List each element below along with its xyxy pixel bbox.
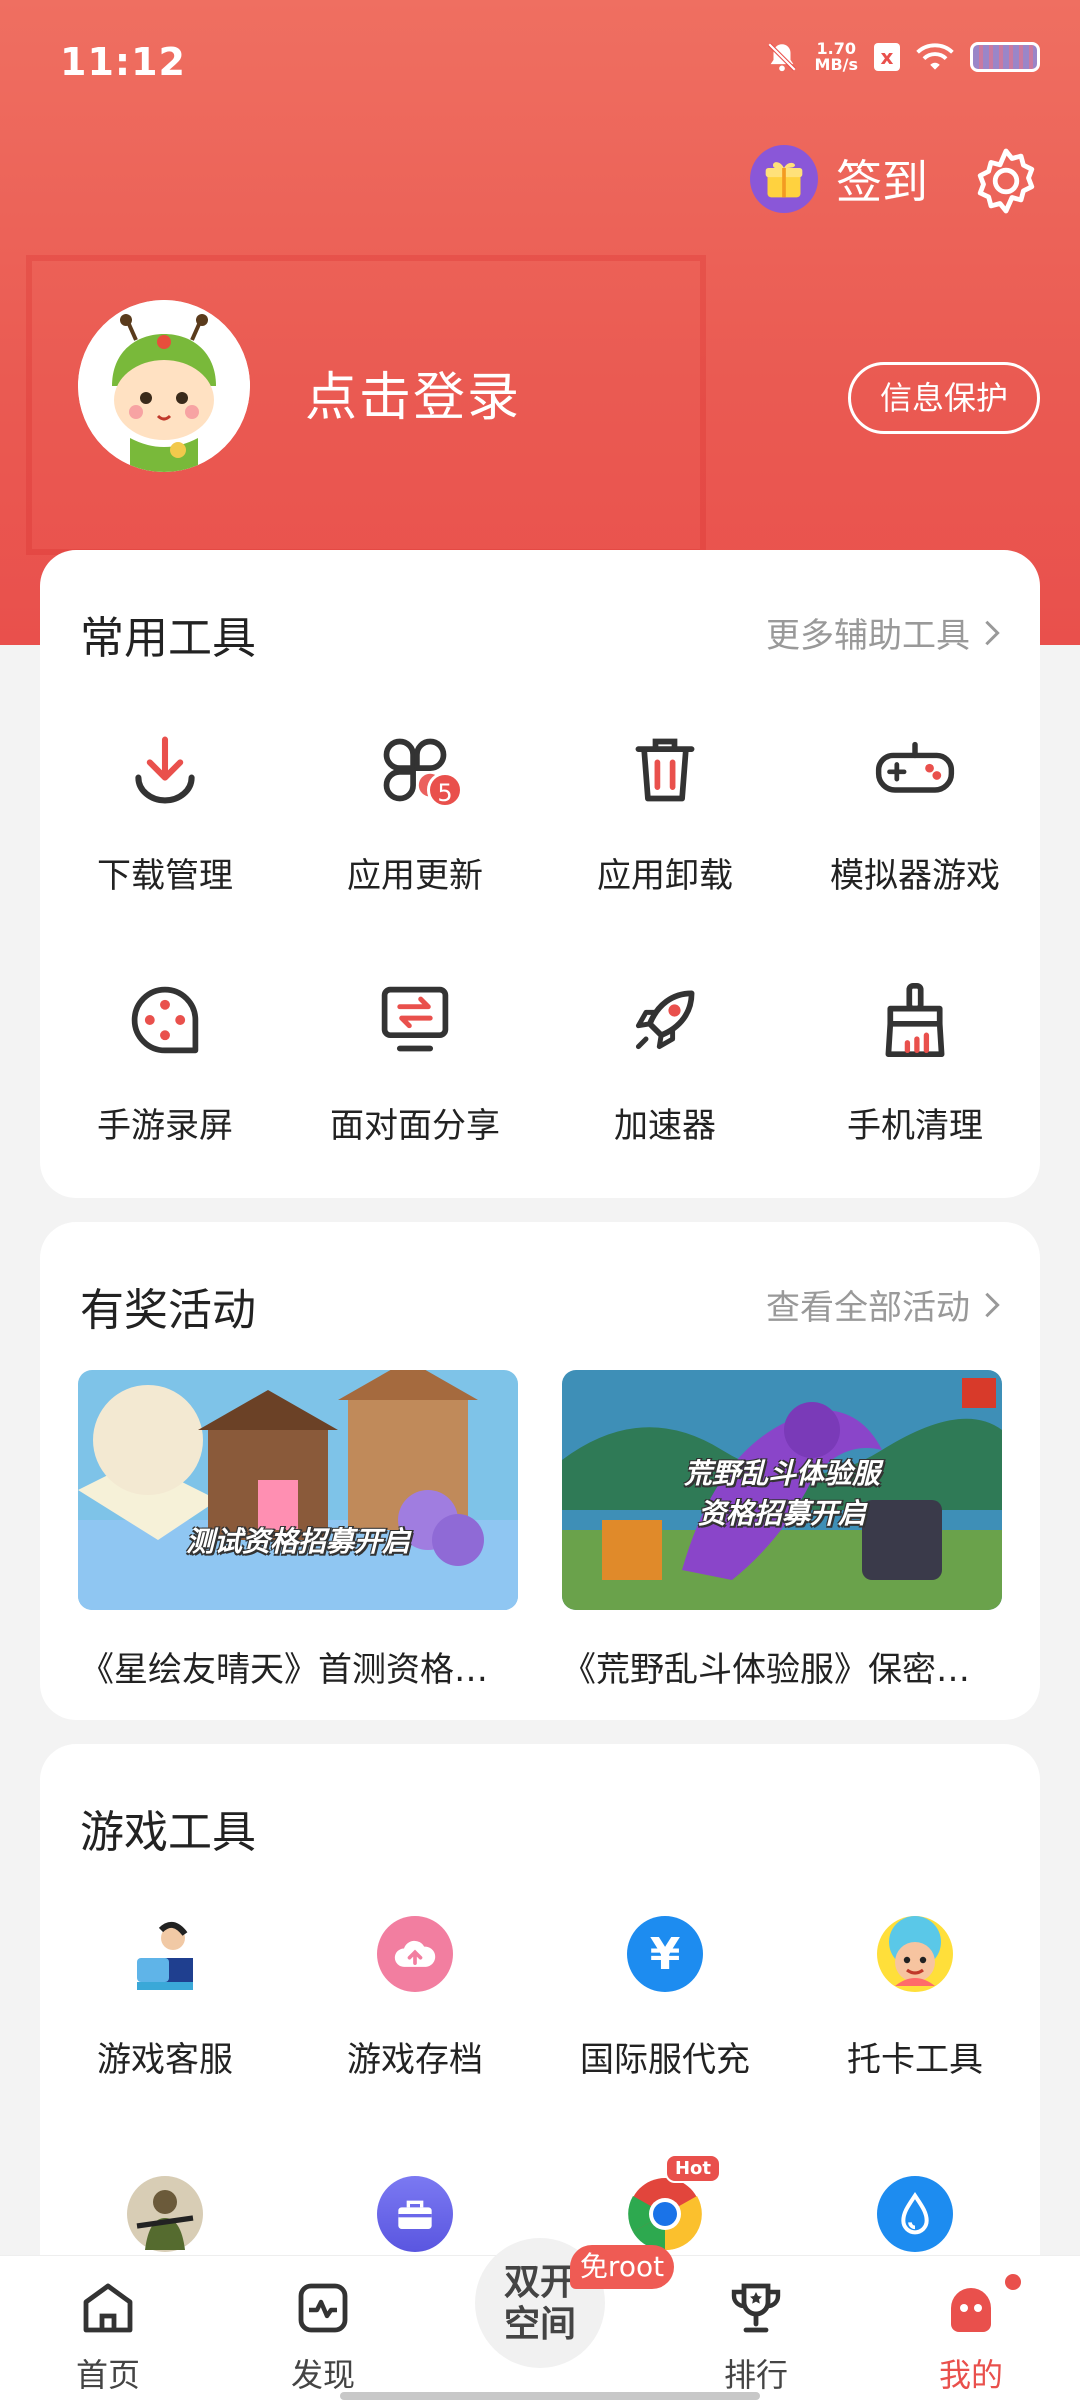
water-drop-icon: [877, 2176, 953, 2252]
privacy-protect-button[interactable]: 信息保护: [848, 362, 1040, 434]
game-tool-intl-recharge[interactable]: ¥ 国际服代充: [540, 1904, 790, 2081]
yuan-icon: ¥: [627, 1916, 703, 1992]
share-screen-icon: [381, 986, 449, 1052]
gift-icon: [750, 145, 818, 213]
tab-ranking[interactable]: 排行: [686, 2276, 826, 2396]
net-speed: 1.70 MB/s: [814, 39, 858, 74]
sim-icon: x: [874, 43, 900, 71]
settings-gear-icon[interactable]: [970, 145, 1042, 217]
activity-banner-2-caption-line2: 资格招募开启: [697, 1497, 866, 1530]
discover-icon: [298, 2283, 348, 2333]
game-tool-save-archive[interactable]: 游戏存档: [290, 1904, 540, 2081]
home-icon: [83, 2283, 133, 2333]
mascot-avatar-icon: [78, 300, 250, 472]
avatar[interactable]: [78, 300, 250, 472]
tab-mine[interactable]: 我的: [901, 2274, 1041, 2396]
trophy-icon: [731, 2283, 781, 2333]
rocket-icon: [635, 990, 695, 1050]
tool-phone-clean[interactable]: 手机清理: [790, 970, 1040, 1147]
customer-service-icon: [127, 1916, 203, 1992]
activity-1-title[interactable]: 《星绘友晴天》首测资格…: [80, 1642, 488, 1691]
tab-discover[interactable]: 发现: [253, 2276, 393, 2396]
soldier-icon: [127, 2176, 203, 2252]
battery-icon: [970, 42, 1040, 72]
tools-row-2: 手游录屏 面对面分享 加速器 手机清理: [40, 970, 1040, 1147]
game-tools-title: 游戏工具: [80, 1807, 256, 1858]
signin-button[interactable]: 签到: [750, 145, 928, 213]
download-icon: [135, 736, 195, 804]
noroot-badge: 免root: [570, 2245, 674, 2289]
tool-accelerator[interactable]: 加速器: [540, 970, 790, 1147]
cloud-upload-icon: [377, 1916, 453, 1992]
tab-home[interactable]: 首页: [38, 2276, 178, 2396]
home-indicator: [340, 2392, 760, 2400]
mute-bell-icon: [767, 42, 796, 72]
activity-1-artwork: [78, 1370, 518, 1610]
activity-2-title[interactable]: 《荒野乱斗体验服》保密…: [562, 1642, 970, 1691]
update-count-badge: 5: [427, 772, 463, 808]
game-tool-customer-service[interactable]: 游戏客服: [40, 1904, 290, 2081]
status-icons: 1.70 MB/s x: [765, 40, 1040, 74]
status-bar: 11:12 1.70 MB/s x: [0, 0, 1080, 120]
tool-emulator-games[interactable]: 模拟器游戏: [790, 720, 1040, 897]
common-tools-title: 常用工具: [80, 613, 256, 664]
game-tool-soldier[interactable]: [40, 2164, 290, 2264]
tool-app-update[interactable]: 5 应用更新: [290, 720, 540, 897]
activity-banner-2-caption-line1: 荒野乱斗体验服: [683, 1457, 880, 1490]
chrome-icon: [628, 2178, 702, 2251]
chevron-right-icon: [985, 620, 1000, 645]
common-tools-card: 常用工具 更多辅助工具 下载管理 5 应用更新 应用卸载 模拟器游戏 手游录屏 …: [40, 550, 1040, 1198]
game-tool-toca[interactable]: 托卡工具: [790, 1904, 1040, 2081]
status-time: 11:12: [60, 40, 186, 84]
chevron-right-icon: [985, 1292, 1000, 1317]
tool-app-uninstall[interactable]: 应用卸载: [540, 720, 790, 897]
toolbox-icon: [377, 2176, 453, 2252]
screen-record-icon: [131, 986, 199, 1054]
profile-icon: [951, 2288, 991, 2332]
activities-card: 有奖活动 查看全部活动 测试资格招募开启 《星绘友晴天》首测资格… 荒野乱斗体验…: [40, 1222, 1040, 1720]
tools-row-1: 下载管理 5 应用更新 应用卸载 模拟器游戏: [40, 720, 1040, 897]
game-tool-water[interactable]: [790, 2164, 1040, 2264]
trash-icon: [635, 738, 695, 802]
tool-screen-record[interactable]: 手游录屏: [40, 970, 290, 1147]
notification-dot: [1005, 2274, 1021, 2290]
tool-face-to-face-share[interactable]: 面对面分享: [290, 970, 540, 1147]
wifi-icon: [916, 43, 954, 70]
broom-icon: [885, 982, 945, 1058]
game-tools-row-1: 游戏客服 游戏存档 ¥ 国际服代充 托卡工具: [40, 1904, 1040, 2081]
more-tools-link[interactable]: 更多辅助工具: [766, 608, 1002, 657]
activity-banner-2[interactable]: 荒野乱斗体验服 资格招募开启: [562, 1370, 1002, 1610]
hot-badge: Hot: [664, 2154, 721, 2183]
activity-banner-1[interactable]: 测试资格招募开启: [78, 1370, 518, 1610]
activities-title: 有奖活动: [80, 1285, 256, 1336]
gamepad-icon: [875, 741, 955, 793]
tool-download-manager[interactable]: 下载管理: [40, 720, 290, 897]
login-prompt[interactable]: 点击登录: [305, 355, 521, 430]
view-all-activities-link[interactable]: 查看全部活动: [766, 1280, 1002, 1329]
toca-icon: [877, 1916, 953, 1992]
activity-banner-1-caption: 测试资格招募开启: [185, 1525, 410, 1558]
signin-label: 签到: [836, 155, 928, 209]
